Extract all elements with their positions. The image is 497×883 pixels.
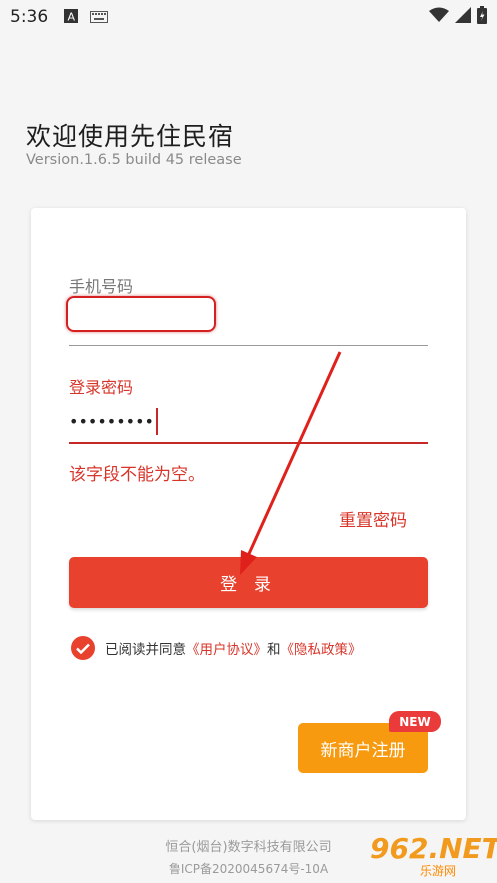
new-badge: NEW	[389, 711, 441, 732]
phone-field-highlight	[66, 296, 216, 332]
agreement-row: 已阅读并同意 《用户协议》 和 《隐私政策》	[71, 636, 362, 660]
font-a-icon: A	[64, 8, 79, 27]
user-agreement-link[interactable]: 《用户协议》	[186, 638, 267, 658]
text-caret	[155, 407, 158, 435]
status-bar: 5:36 A	[0, 0, 497, 34]
watermark-logo: 962.NET 乐游网	[360, 832, 497, 878]
wifi-icon	[429, 7, 449, 27]
check-icon	[76, 643, 90, 654]
app-version: Version.1.6.5 build 45 release	[26, 152, 242, 168]
agreement-prefix: 已阅读并同意	[105, 642, 186, 658]
battery-icon	[477, 6, 487, 28]
agreement-and: 和	[267, 642, 281, 658]
login-button[interactable]: 登 录	[69, 557, 428, 608]
password-value: •••••••••	[69, 411, 154, 431]
signal-icon	[455, 7, 471, 27]
agree-checkbox[interactable]	[71, 636, 95, 660]
watermark-main: 962.NET	[370, 832, 497, 865]
keyboard-icon	[90, 8, 109, 27]
password-field[interactable]: •••••••••	[69, 400, 428, 444]
password-label: 登录密码	[69, 378, 134, 397]
error-message: 该字段不能为空。	[69, 465, 205, 485]
reset-password-link[interactable]: 重置密码	[339, 506, 407, 531]
privacy-policy-link[interactable]: 《隐私政策》	[281, 638, 362, 658]
phone-label: 手机号码	[69, 277, 134, 296]
svg-text:A: A	[68, 10, 76, 23]
status-time: 5:36	[10, 7, 49, 27]
page-title: 欢迎使用先住民宿	[26, 122, 235, 151]
watermark-sub: 乐游网	[420, 864, 457, 878]
login-card: 手机号码 登录密码 ••••••••• 该字段不能为空。 重置密码 登 录 已阅…	[31, 208, 466, 820]
